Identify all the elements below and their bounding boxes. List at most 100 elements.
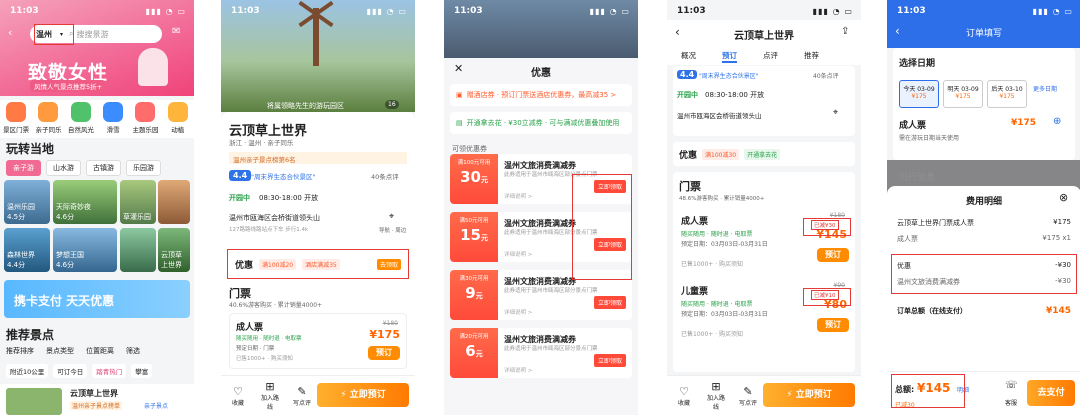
share-icon[interactable]: ⇪ xyxy=(841,26,849,37)
claim-button[interactable]: 立即领取 xyxy=(593,354,626,367)
tile-attraction[interactable]: 温州乐园 4.5分 xyxy=(4,180,50,224)
tile-attraction[interactable]: 草灌乐园 xyxy=(120,180,156,224)
book-now-button[interactable]: ⚡ 立即预订 xyxy=(317,383,409,407)
tab-old-town[interactable]: 古镇游 xyxy=(86,160,121,176)
write-review-button[interactable]: ✎ 写点评 xyxy=(291,385,313,407)
coupon-detail-link[interactable]: 详细说明 > xyxy=(504,250,532,258)
screen-order-form: 11:03 ▮▮▮ ◔ ▭ ‹ 订单填写 选择日期 今天 03-09 ¥175 明… xyxy=(887,0,1080,415)
add-route-button[interactable]: ⊞ 加入路线 xyxy=(705,380,727,411)
open-status: 开园中 xyxy=(677,91,698,99)
tile-attraction[interactable]: 梦想王国 4.6分 xyxy=(53,228,117,272)
location-pin-icon[interactable]: ⌖ xyxy=(833,108,838,118)
tile-attraction[interactable]: 天际奇妙夜 4.6分 xyxy=(53,180,117,224)
coupon-detail-link[interactable]: 详细说明 > xyxy=(504,192,532,200)
tile-attraction[interactable]: 森林世界 4.4分 xyxy=(4,228,50,272)
coupon-detail-link[interactable]: 详细说明 > xyxy=(504,308,532,316)
category-theme-park[interactable]: 主题乐园 xyxy=(129,100,161,138)
address-sub: 127路路线路站点下车 步行1.4k xyxy=(229,227,309,233)
date-option[interactable]: 今天 03-09 ¥175 xyxy=(899,80,939,108)
tab-reviews[interactable]: 点评 xyxy=(763,50,778,63)
book-now-button[interactable]: ⚡ 立即预订 xyxy=(763,383,855,407)
tab-landscape[interactable]: 山水游 xyxy=(46,160,81,176)
filter-more[interactable]: 筛选 xyxy=(126,346,140,356)
chip[interactable]: 可订今日 xyxy=(53,364,88,378)
photo-count[interactable]: 16 xyxy=(385,100,399,109)
open-time: 08:30-18:00 开放 xyxy=(259,194,319,202)
tile-attraction[interactable] xyxy=(120,228,156,272)
nav-button[interactable]: 导航 · 周边 xyxy=(379,226,406,234)
chip[interactable]: 踏青热门 xyxy=(92,364,127,378)
category-tickets[interactable]: 景区门票 xyxy=(0,100,32,138)
bottom-label: 收藏 xyxy=(231,399,244,407)
filter-type[interactable]: 景点类型 xyxy=(46,346,74,356)
date-label: 后天 03-10 xyxy=(991,86,1023,93)
add-route-button[interactable]: ⊞ 加入路线 xyxy=(259,380,281,411)
ticket-note: 48.6%游客购买 · 累计销量4000+ xyxy=(679,196,765,202)
book-button[interactable]: 预订 xyxy=(817,318,849,332)
tab-recommend[interactable]: 推荐 xyxy=(804,50,819,63)
ski-icon xyxy=(103,102,124,122)
review-count[interactable]: 40条点评 xyxy=(813,71,839,80)
sub-tabs: 概况 预订 点评 推荐 xyxy=(681,50,819,63)
coupon-detail-link[interactable]: 详细说明 > xyxy=(504,366,532,374)
tab-booking[interactable]: 预订 xyxy=(722,50,737,63)
tile-name: 梦想王国 xyxy=(56,251,84,259)
date-option[interactable]: 明天 03-09 ¥175 xyxy=(943,80,983,108)
category-nature[interactable]: 自然风光 xyxy=(65,100,97,138)
tab-overview[interactable]: 概况 xyxy=(681,50,696,63)
tile-attraction[interactable]: 云顶草上世界 xyxy=(158,228,190,272)
open-time: 08:30-18:00 开放 xyxy=(705,91,765,99)
more-dates-button[interactable]: 更多日期 xyxy=(1033,84,1069,93)
list-title: 云顶草上世界 xyxy=(70,389,118,398)
date-option[interactable]: 后天 03-10 ¥175 xyxy=(987,80,1027,108)
status-time: 11:03 xyxy=(231,6,260,16)
ticket-price: ¥175 xyxy=(1011,118,1037,128)
claim-button[interactable]: 立即领取 xyxy=(593,296,626,309)
tile-attraction[interactable] xyxy=(158,180,190,224)
tile-score: 4.6分 xyxy=(56,261,75,269)
ticket-card[interactable]: 成人票 随买随用 · 随时退 · 电取票 预定日期 · 门票 已售1000+ ·… xyxy=(229,313,407,369)
write-review-button[interactable]: ✎ 写点评 xyxy=(737,385,759,407)
heart-icon: ♡ xyxy=(233,384,243,398)
status-bar: 11:03 ▮▮▮ ◔ ▭ xyxy=(677,5,853,17)
favorite-button[interactable]: ♡ 收藏 xyxy=(673,385,695,407)
animal-icon xyxy=(167,102,188,122)
category-label: 景区门票 xyxy=(3,126,30,134)
tab-family[interactable]: 亲子游 xyxy=(6,160,41,176)
ticket-panel: 门票 48.6%游客购买 · 累计销量4000+ 成人票 随买随用 · 随时退 … xyxy=(673,172,855,372)
score-badge: 4.4 xyxy=(677,70,698,79)
discount-row[interactable]: 优惠 满100减30 开通拿去花 xyxy=(673,142,855,166)
close-icon[interactable]: ⊗ xyxy=(1059,191,1068,204)
hotel-coupon-row[interactable]: ▣ 赠酒店券 · 预订门票送酒店优惠券，最高减35 > xyxy=(450,84,632,106)
filter-distance[interactable]: 位置距离 xyxy=(86,346,114,356)
category-ski[interactable]: 滑雪 xyxy=(97,100,129,138)
chip[interactable]: 攀富 xyxy=(131,364,153,378)
back-icon[interactable]: ‹ xyxy=(8,26,12,39)
headset-icon[interactable]: ☏ xyxy=(1005,380,1018,391)
status-time: 11:03 xyxy=(454,6,483,16)
location-meta: 浙江 · 温州 · 亲子同乐 xyxy=(229,139,294,147)
book-button[interactable]: 预订 xyxy=(368,346,400,360)
book-button[interactable]: 预订 xyxy=(817,248,849,262)
message-icon[interactable]: ✉ xyxy=(172,26,180,37)
promo-banner[interactable]: 携卡支付 天天优惠 xyxy=(4,280,190,318)
fee-value: ¥175 x1 xyxy=(1042,234,1071,242)
ticket-sold: 已售1000+ · 购买须知 xyxy=(236,356,293,362)
coupon-card[interactable]: 满20元可用 6元 温州文旅消费满减券 此券适用于温州市瓯海区部分景点门票 详细说… xyxy=(450,328,632,378)
pay-button[interactable]: 去支付 xyxy=(1027,380,1075,406)
category-family[interactable]: 亲子同乐 xyxy=(32,100,64,138)
credit-row[interactable]: ▤ 开通拿去花 · ¥30立减券 · 可与满减优惠叠加使用 xyxy=(450,112,632,134)
review-count[interactable]: 40条点评 xyxy=(371,171,399,181)
coupon-unit: 元 xyxy=(475,350,483,358)
coupon-name: 温州文旅消费满减券 xyxy=(504,219,576,228)
chip[interactable]: 附近10公里 xyxy=(6,364,49,378)
rank-bar[interactable]: 温州亲子景点榜第6名 xyxy=(229,152,407,164)
category-zoo[interactable]: 动植 xyxy=(162,100,194,138)
filter-sort[interactable]: 推荐排序 xyxy=(6,346,34,356)
tab-park[interactable]: 乐园游 xyxy=(126,160,161,176)
available-label: 可领优惠券 xyxy=(452,145,487,153)
signal-icons: ▮▮▮ ◔ ▭ xyxy=(812,6,853,16)
plus-icon[interactable]: ⊕ xyxy=(1053,116,1061,127)
favorite-button[interactable]: ♡ 收藏 xyxy=(227,385,249,407)
list-item[interactable]: 云顶草上世界 温州亲子景点榜单 亲子景点 xyxy=(0,384,194,415)
